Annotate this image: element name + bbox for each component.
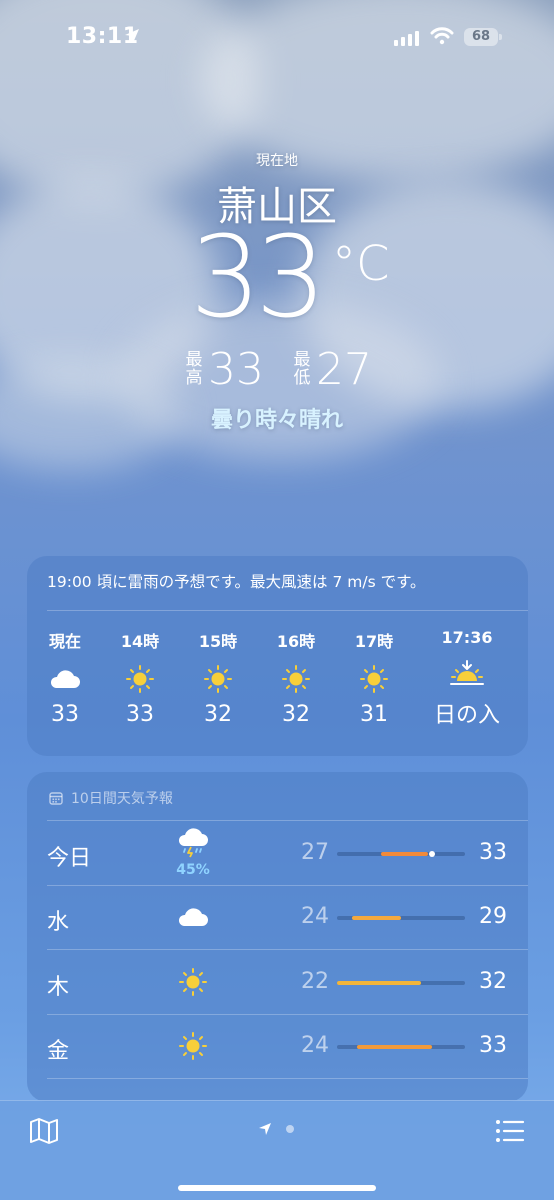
page-indicator[interactable] xyxy=(258,1121,298,1137)
day-high: 33 xyxy=(479,840,507,865)
cellular-signal-icon xyxy=(394,30,420,46)
sun-icon xyxy=(282,665,310,693)
hour-item: 17:36 日の入 xyxy=(427,628,507,729)
temperature-range-fill xyxy=(337,981,422,985)
hour-temp: 32 xyxy=(204,702,232,727)
sun-icon xyxy=(179,1032,207,1060)
hourly-forecast-card[interactable]: 19:00 頃に雷雨の予想です。最大風速は 7 m/s です。 現在 33 14… xyxy=(27,556,528,756)
day-row[interactable]: 水 24 29 xyxy=(27,886,528,950)
current-temperature: 33 xyxy=(190,213,326,343)
day-name: 木 xyxy=(47,975,70,1000)
calendar-icon xyxy=(49,792,63,805)
sunset-icon xyxy=(450,660,484,685)
divider xyxy=(47,820,528,821)
sun-icon xyxy=(360,665,388,693)
day-name: 今日 xyxy=(47,846,92,871)
temperature-unit: °C xyxy=(332,236,390,292)
hour-temp: 33 xyxy=(126,702,154,727)
hour-label: 15時 xyxy=(198,632,238,651)
temperature-range-fill xyxy=(380,852,428,856)
hour-item: 現在 33 xyxy=(25,628,105,727)
hour-item: 17時 31 xyxy=(334,628,414,727)
weather-condition: 曇り時々晴れ xyxy=(210,408,343,433)
temperature-range-bar xyxy=(337,981,465,985)
hour-label: 14時 xyxy=(120,632,160,651)
location-label: 現在地 xyxy=(256,153,298,169)
day-row[interactable]: 金 24 33 xyxy=(27,1015,528,1079)
hour-label: 17:36 xyxy=(441,628,493,647)
divider xyxy=(47,1078,528,1079)
home-indicator xyxy=(178,1185,376,1191)
sun-icon xyxy=(204,665,232,693)
cloud-icon xyxy=(178,908,208,926)
temperature-range-bar xyxy=(337,851,465,857)
day-high: 33 xyxy=(479,1033,507,1058)
temperature-range-fill xyxy=(357,1045,432,1049)
wifi-icon xyxy=(430,27,454,45)
location-arrow-icon xyxy=(125,29,139,43)
divider xyxy=(47,610,528,611)
hour-temp: 33 xyxy=(51,702,79,727)
hour-label: 17時 xyxy=(354,632,394,651)
high-value: 33 xyxy=(208,343,264,395)
divider xyxy=(47,949,528,950)
day-high: 32 xyxy=(479,969,507,994)
high-label: 最高 xyxy=(185,350,203,388)
day-row[interactable]: 木 22 32 xyxy=(27,951,528,1015)
weather-alert-text: 19:00 頃に雷雨の予想です。最大風速は 7 m/s です。 xyxy=(47,573,426,591)
day-low: 22 xyxy=(301,969,329,994)
day-low: 27 xyxy=(301,840,329,865)
temperature-range-fill xyxy=(352,916,401,920)
day-row[interactable]: 今日 45% 27 33 xyxy=(27,822,528,886)
hour-item: 16時 32 xyxy=(256,628,336,727)
sun-icon xyxy=(179,968,207,996)
high-temperature: 最高 33 xyxy=(184,343,265,395)
hour-temp: 日の入 xyxy=(433,703,500,728)
hour-item: 15時 32 xyxy=(178,628,258,727)
temperature-range-bar xyxy=(337,1045,465,1049)
low-temperature: 最低 27 xyxy=(292,343,373,395)
hour-temp: 31 xyxy=(360,702,388,727)
day-low: 24 xyxy=(301,904,329,929)
page-dot xyxy=(286,1125,294,1133)
status-bar: 13:11 68 xyxy=(0,0,554,76)
low-label: 最低 xyxy=(293,350,311,388)
map-icon[interactable] xyxy=(28,1117,60,1145)
temperature-range-bar xyxy=(337,916,465,920)
precipitation-chance: 45% xyxy=(176,862,210,878)
thunderstorm-icon xyxy=(178,828,208,858)
list-icon[interactable] xyxy=(494,1117,526,1145)
cloud-icon xyxy=(50,670,80,688)
day-low: 24 xyxy=(301,1033,329,1058)
hour-label: 現在 xyxy=(48,632,81,651)
current-temperature-dot xyxy=(428,851,435,857)
location-arrow-icon xyxy=(259,1123,271,1135)
day-high: 29 xyxy=(479,904,507,929)
day-name: 金 xyxy=(47,1039,70,1064)
sun-icon xyxy=(126,665,154,693)
battery-indicator: 68 xyxy=(464,28,502,46)
day-name: 水 xyxy=(47,910,70,935)
ten-day-forecast-card[interactable]: 10日間天気予報 今日 45% 27 33 水 24 29 木 22 32 金 … xyxy=(27,772,528,1102)
hour-label: 16時 xyxy=(276,632,316,651)
low-value: 27 xyxy=(316,343,372,395)
hour-temp: 32 xyxy=(282,702,310,727)
bottom-toolbar xyxy=(0,1100,554,1200)
hour-item: 14時 33 xyxy=(100,628,180,727)
ten-day-header: 10日間天気予報 xyxy=(49,788,173,808)
ten-day-title: 10日間天気予報 xyxy=(71,791,173,807)
